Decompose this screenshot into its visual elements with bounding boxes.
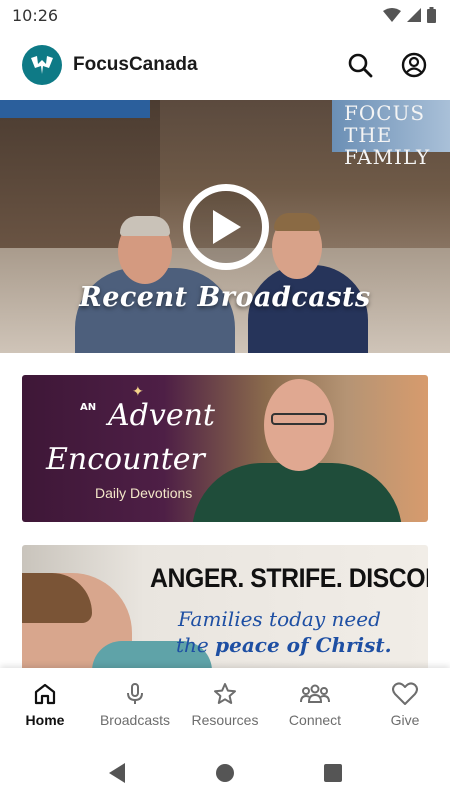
- recent-broadcasts-card[interactable]: FOCUS THE FAMILY Recent Broadcasts: [0, 100, 450, 353]
- hero-background-screen: [0, 100, 150, 118]
- star-icon: [214, 683, 236, 704]
- back-icon[interactable]: [107, 762, 127, 784]
- app-actions: [346, 51, 428, 79]
- anger-strife-discord-banner[interactable]: ANGER. STRIFE. DISCORD. Families today n…: [22, 545, 428, 675]
- heart-icon: [392, 682, 418, 705]
- status-time: 10:26: [12, 5, 59, 25]
- brand-sign: FOCUS THE FAMILY: [332, 100, 450, 168]
- host-right-hair: [274, 213, 320, 231]
- system-nav-bar: [0, 746, 450, 800]
- nav-label-broadcasts: Broadcasts: [99, 712, 171, 728]
- hero-caption: Recent Broadcasts: [79, 282, 371, 313]
- app-title: FocusCanada: [73, 54, 198, 75]
- people-icon: [300, 684, 330, 703]
- bottom-nav: Home Broadcasts Resources Connect Give: [0, 668, 450, 746]
- speaker-body: [192, 463, 402, 522]
- recents-square-icon[interactable]: [323, 763, 343, 783]
- speaker-glasses: [271, 413, 327, 425]
- nav-label-connect: Connect: [288, 712, 342, 728]
- brand-sign-text: FOCUS THE FAMILY: [344, 101, 431, 169]
- anger-headline: ANGER. STRIFE. DISCORD.: [150, 563, 428, 593]
- status-bar: 10:26: [0, 0, 450, 30]
- nav-item-resources[interactable]: Resources: [180, 668, 270, 746]
- anger-line2: Families today need: [178, 607, 381, 631]
- advent-title-line2: Encounter: [46, 442, 205, 477]
- nav-item-home[interactable]: Home: [0, 668, 90, 746]
- microphone-icon: [127, 683, 143, 704]
- app-bar: FocusCanada: [0, 30, 450, 100]
- advent-title-line1: Advent: [48, 399, 215, 433]
- play-icon[interactable]: [183, 184, 269, 270]
- anger-line3: the peace of Christ.: [176, 633, 392, 657]
- nav-label-give: Give: [390, 712, 420, 728]
- status-icons: [383, 7, 436, 23]
- nav-label-home: Home: [25, 712, 65, 728]
- anger-line3-prefix: the: [176, 633, 209, 657]
- cell-signal-icon: [407, 8, 421, 22]
- home-icon: [34, 683, 56, 705]
- account-circle-icon[interactable]: [400, 51, 428, 79]
- battery-icon: [427, 7, 436, 23]
- nav-label-resources: Resources: [191, 712, 259, 728]
- nav-item-give[interactable]: Give: [360, 668, 450, 746]
- search-icon[interactable]: [346, 51, 374, 79]
- focus-logo-icon[interactable]: [22, 45, 62, 85]
- home-circle-icon[interactable]: [215, 763, 235, 783]
- wifi-icon: [383, 8, 401, 22]
- host-left-hair: [120, 216, 170, 236]
- anger-line3-bold: peace of Christ.: [215, 633, 392, 657]
- advent-subtitle: Daily Devotions: [95, 485, 193, 501]
- nav-item-broadcasts[interactable]: Broadcasts: [90, 668, 180, 746]
- speaker-head: [264, 379, 334, 471]
- advent-encounter-banner[interactable]: ✦ AN Advent Encounter Daily Devotions: [22, 375, 428, 522]
- advent-title-line1-text: Advent: [108, 398, 215, 433]
- nav-item-connect[interactable]: Connect: [270, 668, 360, 746]
